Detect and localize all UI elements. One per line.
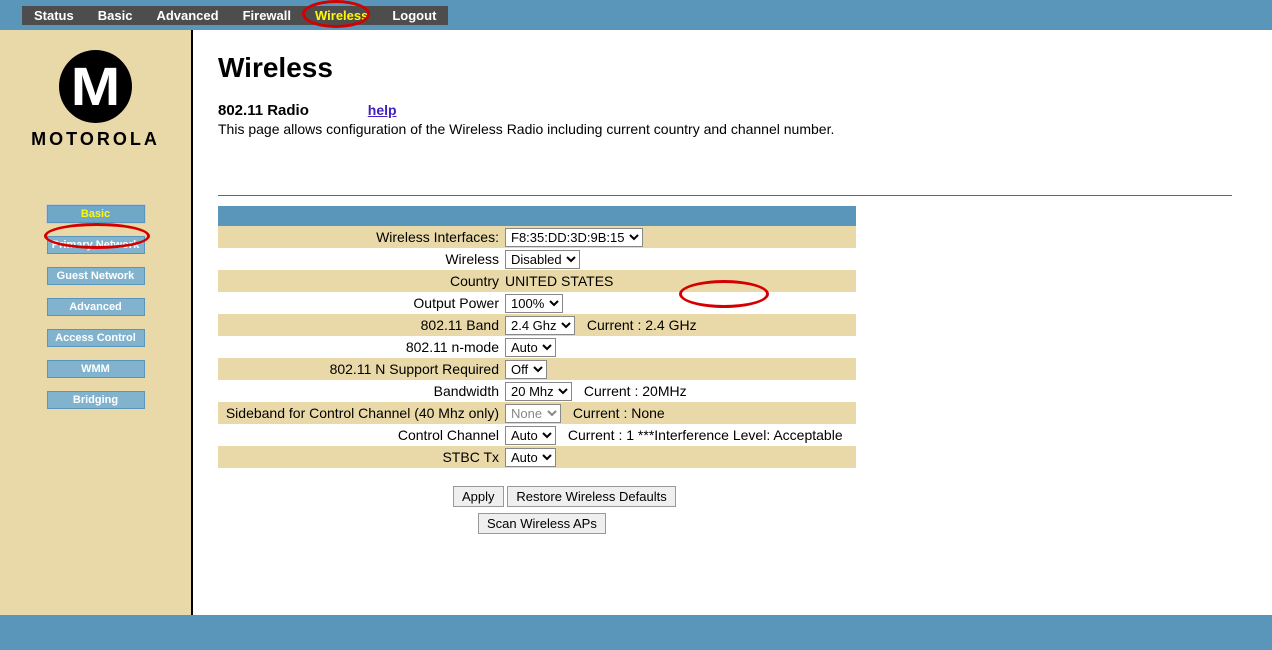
footer-bar [0, 615, 1272, 650]
sidebar-primary-network[interactable]: Primary Network [47, 236, 145, 254]
topnav-status[interactable]: Status [22, 6, 86, 25]
page-description: This page allows configuration of the Wi… [218, 121, 1272, 137]
sidebar-basic[interactable]: Basic [47, 205, 145, 223]
select-stbc[interactable]: Auto [505, 448, 556, 467]
select-nmode[interactable]: Auto [505, 338, 556, 357]
motorola-logo-icon: M [59, 50, 132, 123]
label-wireless-interfaces: Wireless Interfaces: [218, 226, 502, 248]
label-country: Country [218, 270, 502, 292]
label-control-channel: Control Channel [218, 424, 502, 446]
current-sideband: Current : None [573, 405, 665, 421]
page-subtitle: 802.11 Radio [218, 102, 309, 119]
topnav-wireless[interactable]: Wireless [303, 6, 380, 25]
label-sideband: Sideband for Control Channel (40 Mhz onl… [218, 402, 502, 424]
select-band[interactable]: 2.4 Ghz [505, 316, 575, 335]
separator [218, 195, 1232, 196]
select-control-channel[interactable]: Auto [505, 426, 556, 445]
label-nmode: 802.11 n-mode [218, 336, 502, 358]
label-wireless: Wireless [218, 248, 502, 270]
current-bandwidth: Current : 20MHz [584, 383, 687, 399]
current-control-channel: Current : 1 ***Interference Level: Accep… [568, 427, 843, 443]
sidebar-access-control[interactable]: Access Control [47, 329, 145, 347]
select-nsupport[interactable]: Off [505, 360, 547, 379]
sidebar-wmm[interactable]: WMM [47, 360, 145, 378]
scan-button[interactable]: Scan Wireless APs [478, 513, 606, 534]
label-band: 802.11 Band [218, 314, 502, 336]
topnav-advanced[interactable]: Advanced [144, 6, 230, 25]
main-content: Wireless 802.11 Radio help This page all… [193, 30, 1272, 615]
select-output-power[interactable]: 100% [505, 294, 563, 313]
select-wireless-interfaces[interactable]: F8:35:DD:3D:9B:15 [505, 228, 643, 247]
select-wireless[interactable]: Disabled [505, 250, 580, 269]
topnav-logout[interactable]: Logout [380, 6, 448, 25]
topnav-firewall[interactable]: Firewall [231, 6, 303, 25]
label-bandwidth: Bandwidth [218, 380, 502, 402]
help-link[interactable]: help [368, 102, 397, 118]
sidebar-guest-network[interactable]: Guest Network [47, 267, 145, 285]
topnav: Status Basic Advanced Firewall Wireless … [0, 0, 1272, 30]
label-output-power: Output Power [218, 292, 502, 314]
sidebar-bridging[interactable]: Bridging [47, 391, 145, 409]
sidebar-advanced[interactable]: Advanced [47, 298, 145, 316]
label-stbc: STBC Tx [218, 446, 502, 468]
current-band: Current : 2.4 GHz [587, 317, 697, 333]
sidebar: M MOTOROLA Basic Primary Network Guest N… [0, 30, 193, 615]
apply-button[interactable]: Apply [453, 486, 504, 507]
restore-button[interactable]: Restore Wireless Defaults [507, 486, 675, 507]
logo-text: MOTOROLA [31, 129, 160, 150]
select-sideband[interactable]: None [505, 404, 561, 423]
logo: M MOTOROLA [31, 50, 160, 150]
page-title: Wireless [218, 52, 1272, 84]
select-bandwidth[interactable]: 20 Mhz [505, 382, 572, 401]
label-nsupport: 802.11 N Support Required [218, 358, 502, 380]
value-country: UNITED STATES [502, 270, 856, 292]
topnav-basic[interactable]: Basic [86, 6, 145, 25]
config-table: Wireless Interfaces: F8:35:DD:3D:9B:15 W… [218, 206, 856, 468]
